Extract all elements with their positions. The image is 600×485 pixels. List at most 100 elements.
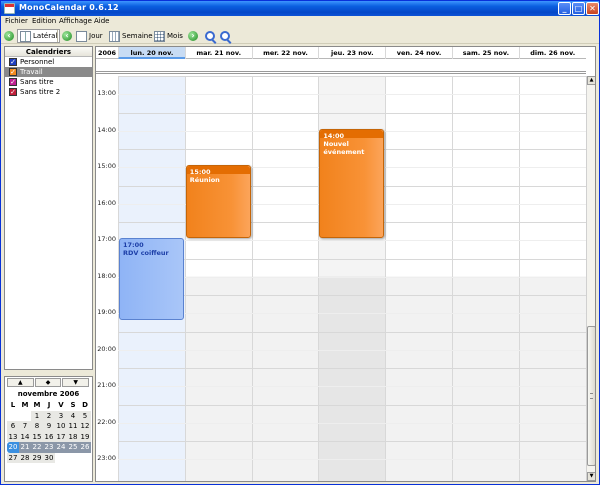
scroll-up-button[interactable]: ▲ (587, 76, 595, 85)
calendar-rows: ✓ Personnel ✓ Travail ✓ Sans titre ✓ Sans titre… (5, 57, 92, 97)
half-hour-line (118, 94, 586, 96)
mini-day-cell[interactable]: 2 (43, 410, 55, 421)
week-view-icon (109, 30, 120, 42)
mini-day-cell[interactable]: 11 (67, 421, 79, 432)
mini-day-cell[interactable]: 7 (19, 421, 31, 432)
maximize-button[interactable]: □ (572, 2, 585, 15)
menu-fichier[interactable]: Fichier (5, 17, 28, 25)
mini-day-cell[interactable]: 14 (19, 431, 31, 442)
day-header-1[interactable]: mar. 21 nov. (184, 47, 252, 59)
calendar-checkbox[interactable]: ✓ (9, 68, 17, 76)
mini-day-cell[interactable]: 17 (55, 431, 67, 442)
mini-day-cell[interactable]: 26 (79, 442, 91, 453)
half-hour-line (118, 386, 586, 388)
day-column[interactable] (452, 76, 519, 481)
close-button[interactable]: ✕ (586, 2, 599, 15)
calendar-checkbox[interactable]: ✓ (9, 78, 17, 86)
mini-day-cell[interactable]: 3 (55, 410, 67, 421)
day-column[interactable] (385, 76, 452, 481)
week-view: 2006 lun. 20 nov. mar. 21 nov. mer. 22 nov… (95, 46, 596, 482)
mini-day-cell[interactable]: 20 (7, 442, 19, 453)
mini-day-cell[interactable]: 8 (31, 421, 43, 432)
minimize-button[interactable]: _ (558, 2, 571, 15)
day-header-2[interactable]: mer. 22 nov. (251, 47, 319, 59)
hour-line (118, 76, 586, 77)
scroll-grip (590, 393, 593, 399)
event-time: 14:00 (323, 131, 345, 140)
half-hour-line (118, 276, 586, 278)
mini-day-cell[interactable]: 16 (43, 431, 55, 442)
title-bar[interactable]: MonoCalendar 0.6.12 _ □ ✕ (1, 1, 599, 16)
day-header-4[interactable]: ven. 24 nov. (385, 47, 452, 59)
mini-day-cell[interactable]: 10 (55, 421, 67, 432)
vertical-scrollbar[interactable]: ▲ ▼ (586, 76, 595, 481)
scroll-thumb[interactable] (587, 326, 595, 466)
mini-day-cell[interactable]: 30 (43, 452, 55, 463)
mini-day-cell[interactable]: 12 (79, 421, 91, 432)
calendar-checkbox[interactable]: ✓ (9, 88, 17, 96)
month-view-label: Mois (167, 32, 183, 40)
menu-aide[interactable]: Aide (94, 17, 109, 25)
calendar-name: Sans titre 2 (20, 88, 61, 96)
calendar-checkbox[interactable]: ✓ (9, 58, 17, 66)
mini-day-cell[interactable]: 21 (19, 442, 31, 453)
day-column[interactable] (518, 76, 586, 481)
zoom-in-button[interactable] (205, 29, 215, 43)
mini-day-cell[interactable]: 25 (67, 442, 79, 453)
mini-day-cell[interactable]: 22 (31, 442, 43, 453)
menu-edition[interactable]: Edition (32, 17, 56, 25)
scroll-down-button[interactable]: ▼ (587, 472, 595, 481)
mini-day-cell[interactable]: 5 (79, 410, 91, 421)
mini-day-cell[interactable]: 1 (31, 410, 43, 421)
mini-prev-button[interactable]: ▲ (7, 378, 34, 387)
calendar-event[interactable]: 17:00 RDV coiffeur (119, 238, 184, 321)
hour-label: 15:00 (97, 162, 116, 171)
hour-line (118, 112, 586, 114)
mini-day-cell[interactable]: 4 (67, 410, 79, 421)
zoom-out-button[interactable] (220, 29, 230, 43)
week-view-button[interactable]: Semaine (109, 29, 153, 43)
day-header-0[interactable]: lun. 20 nov. (118, 47, 185, 59)
empty-day-cell (79, 453, 91, 464)
day-view-button[interactable]: Jour (76, 29, 103, 43)
calendar-item[interactable]: ✓ Personnel (5, 57, 92, 67)
day-header-5[interactable]: sam. 25 nov. (452, 47, 519, 59)
hour-label: 21:00 (97, 381, 116, 390)
menu-affichage[interactable]: Affichage (59, 17, 92, 25)
calendar-item[interactable]: ✓ Sans titre (5, 77, 92, 87)
mini-today-button[interactable]: ◆ (34, 378, 62, 387)
mini-day-cell[interactable]: 13 (7, 431, 19, 442)
mini-day-cell[interactable]: 29 (31, 452, 43, 463)
mini-day-cell[interactable]: 6 (7, 421, 19, 432)
month-view-button[interactable]: Mois (154, 29, 183, 43)
mini-day-cell[interactable]: 27 (7, 452, 19, 463)
weekday-header: M (21, 401, 29, 409)
calendar-event[interactable]: 15:00 Réunion (185, 165, 251, 239)
mini-day-cell[interactable]: 18 (67, 431, 79, 442)
calendar-item[interactable]: ✓ Sans titre 2 (5, 87, 92, 97)
previous-button[interactable]: ‹ (4, 29, 14, 43)
next-button[interactable]: › (188, 29, 198, 43)
mini-next-button[interactable]: ▼ (62, 378, 90, 387)
empty-day-cell (67, 453, 79, 464)
today-button[interactable]: ‹ (62, 29, 72, 43)
calendar-event[interactable]: 14:00 Nouvel événement (319, 128, 385, 239)
lateral-label: Latéral (33, 32, 58, 40)
mini-day-cell[interactable]: 28 (19, 452, 31, 463)
mini-day-cell[interactable]: 15 (31, 431, 43, 442)
calendar-item[interactable]: ✓ Travail (5, 67, 92, 77)
all-day-row[interactable] (96, 59, 586, 74)
mini-day-cell[interactable]: 24 (55, 442, 67, 453)
mini-day-cell[interactable]: 19 (79, 431, 91, 442)
mini-day-cell[interactable]: 9 (43, 421, 55, 432)
day-header-3[interactable]: jeu. 23 nov. (318, 47, 385, 59)
arrow-right-icon: › (188, 31, 198, 41)
day-column[interactable] (251, 76, 319, 481)
day-header-6[interactable]: dim. 26 nov. (518, 47, 586, 59)
hour-line (118, 295, 586, 296)
time-grid[interactable]: 13:00 14:00 15:00 16:00 17:00 18:00 19:00 20:00… (96, 76, 586, 481)
day-column[interactable] (184, 76, 252, 481)
lateral-toggle-button[interactable]: Latéral (17, 29, 61, 43)
mini-day-cell[interactable]: 23 (43, 442, 55, 453)
app-window: MonoCalendar 0.6.12 _ □ ✕ Fichier Editio… (0, 0, 600, 485)
